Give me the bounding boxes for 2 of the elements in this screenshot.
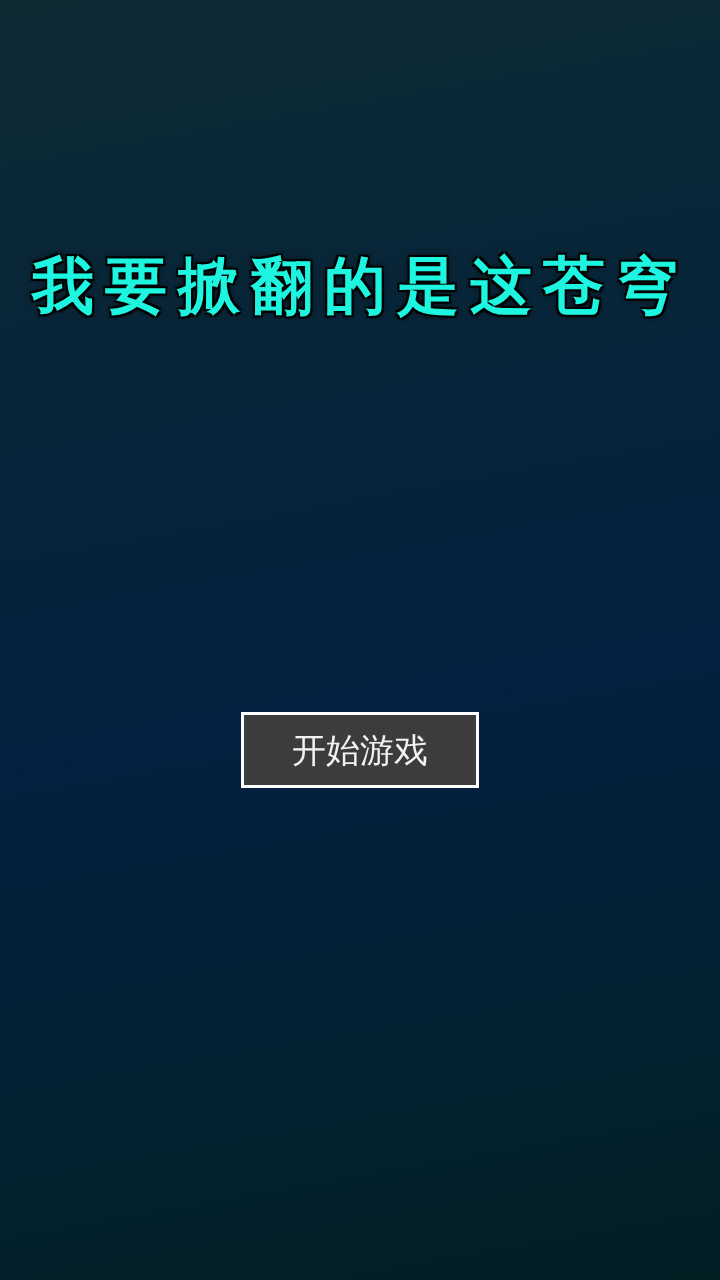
start-game-button[interactable]: 开始游戏	[241, 712, 479, 788]
game-title: 我要掀翻的是这苍穹	[31, 248, 689, 324]
